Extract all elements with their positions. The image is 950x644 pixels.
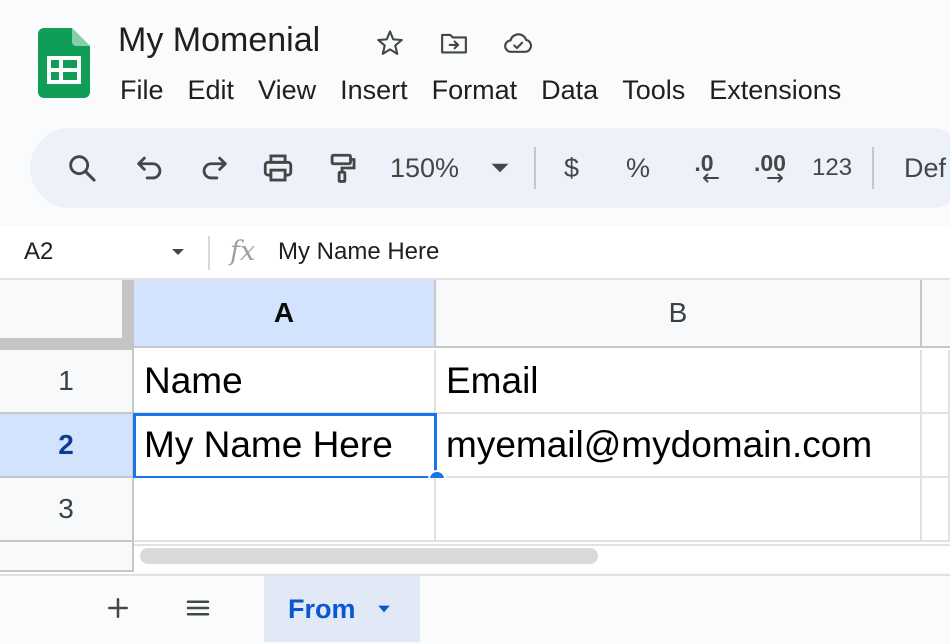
- print-icon[interactable]: [254, 144, 302, 192]
- all-sheets-menu-icon[interactable]: [176, 586, 220, 630]
- google-sheets-logo[interactable]: [38, 28, 90, 98]
- star-icon[interactable]: [372, 26, 408, 60]
- menu-file[interactable]: File: [108, 70, 176, 110]
- menu-tools[interactable]: Tools: [610, 70, 697, 110]
- cell-b1[interactable]: Email: [436, 350, 922, 414]
- sheet-tab-bar: [0, 574, 950, 644]
- increase-decimal-button[interactable]: .00: [744, 144, 796, 192]
- chevron-down-icon[interactable]: [166, 240, 190, 264]
- redo-icon[interactable]: [190, 144, 238, 192]
- column-header-c[interactable]: [922, 280, 950, 348]
- paint-format-icon[interactable]: [318, 144, 366, 192]
- formula-bar: [0, 226, 950, 280]
- row-header-3[interactable]: 3: [0, 478, 134, 542]
- row-header-2[interactable]: 2: [0, 414, 134, 478]
- document-title[interactable]: My Momenial: [118, 18, 320, 62]
- menu-insert[interactable]: Insert: [328, 70, 420, 110]
- menu-format[interactable]: Format: [420, 70, 530, 110]
- search-icon[interactable]: [58, 144, 106, 192]
- cell-c1[interactable]: [922, 350, 950, 414]
- row-header-4[interactable]: [0, 542, 134, 572]
- menu-data[interactable]: Data: [529, 70, 610, 110]
- menu-bar: File Edit View Insert Format Data Tools …: [108, 70, 853, 110]
- chevron-down-icon[interactable]: [476, 144, 524, 192]
- fx-icon: fx: [230, 236, 256, 267]
- formula-bar-divider: [208, 236, 210, 270]
- font-select[interactable]: Def: [904, 144, 946, 192]
- percent-format-button[interactable]: %: [626, 144, 650, 192]
- undo-icon[interactable]: [126, 144, 174, 192]
- cell-c3[interactable]: [922, 478, 950, 542]
- cell-a3[interactable]: [134, 478, 436, 542]
- freeze-row-handle[interactable]: [0, 338, 134, 350]
- zoom-select[interactable]: 150%: [390, 144, 459, 192]
- horizontal-scrollbar-thumb[interactable]: [140, 548, 598, 564]
- menu-edit[interactable]: Edit: [176, 70, 247, 110]
- toolbar-divider: [534, 147, 536, 189]
- sheet-tab-from[interactable]: From: [264, 576, 420, 642]
- menu-extensions[interactable]: Extensions: [697, 70, 853, 110]
- toolbar-divider: [872, 147, 874, 189]
- cloud-saved-icon[interactable]: [500, 26, 536, 60]
- sheet-tab-label: From: [288, 593, 356, 624]
- chevron-down-icon[interactable]: [374, 599, 394, 619]
- menu-view[interactable]: View: [246, 70, 328, 110]
- cell-b2[interactable]: myemail@mydomain.com: [436, 414, 922, 478]
- name-box[interactable]: A2: [24, 226, 53, 278]
- cell-b3[interactable]: [436, 478, 922, 542]
- decrease-decimal-button[interactable]: .0: [680, 144, 728, 192]
- move-to-folder-icon[interactable]: [436, 26, 472, 60]
- cell-a2[interactable]: My Name Here: [133, 413, 437, 479]
- row-header-1[interactable]: 1: [0, 350, 134, 414]
- column-header-b[interactable]: B: [436, 280, 922, 348]
- add-sheet-icon[interactable]: [96, 586, 140, 630]
- column-header-a[interactable]: A: [134, 280, 436, 348]
- cell-c2[interactable]: [922, 414, 950, 478]
- currency-format-button[interactable]: $: [564, 144, 579, 192]
- number-format-button[interactable]: 123: [812, 144, 852, 192]
- cell-a1[interactable]: Name: [134, 350, 436, 414]
- formula-input[interactable]: My Name Here: [278, 226, 439, 278]
